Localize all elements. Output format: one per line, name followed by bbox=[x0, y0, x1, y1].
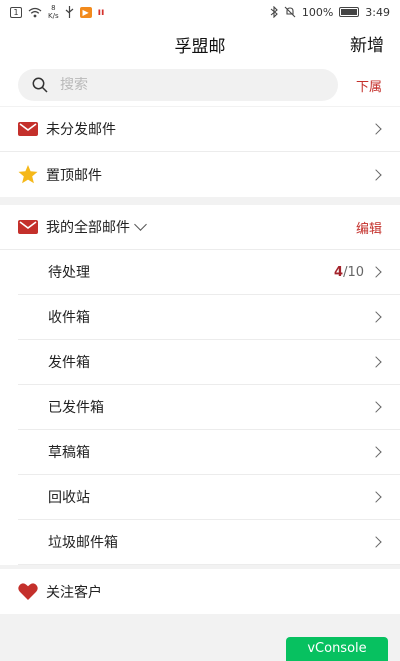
chevron-right-icon bbox=[370, 168, 382, 181]
app-notification-icon-2: ıı bbox=[97, 6, 105, 18]
chevron-down-icon[interactable] bbox=[134, 218, 147, 231]
all-mail-group: 我的全部邮件 编辑 待处理 4/10 收件箱 发件箱 已发件箱 草稿箱 回收站 … bbox=[0, 205, 400, 565]
folder-sent[interactable]: 已发件箱 bbox=[18, 385, 400, 430]
battery-percent: 100% bbox=[301, 5, 334, 19]
chevron-right-icon bbox=[370, 401, 382, 413]
all-mail-header[interactable]: 我的全部邮件 编辑 bbox=[0, 205, 400, 250]
followed-label: 关注客户 bbox=[46, 584, 102, 601]
folder-recycle-bin[interactable]: 回收站 bbox=[18, 475, 400, 520]
pending-count-current: 4 bbox=[334, 264, 344, 280]
list-item-pinned[interactable]: 置顶邮件 bbox=[0, 152, 400, 197]
folder-label: 待处理 bbox=[48, 265, 90, 281]
page-title: 孚盟邮 bbox=[174, 37, 226, 57]
list-item-label: 未分发邮件 bbox=[46, 122, 116, 138]
folder-inbox[interactable]: 收件箱 bbox=[18, 295, 400, 340]
status-time: 3:49 bbox=[365, 5, 390, 19]
quick-items-group: 未分发邮件 置顶邮件 bbox=[0, 107, 400, 197]
red-mail-icon bbox=[18, 122, 38, 136]
folder-label: 回收站 bbox=[48, 490, 90, 506]
list-item-undistributed[interactable]: 未分发邮件 bbox=[0, 107, 400, 152]
top-bar: 孚盟邮 新增 bbox=[0, 24, 400, 64]
chevron-right-icon bbox=[370, 536, 382, 548]
search-box[interactable] bbox=[18, 69, 338, 101]
search-row: 下属 bbox=[0, 64, 400, 106]
status-bar: 1 8 K/s ▶ ıı 100% 3:49 bbox=[0, 0, 400, 24]
network-speed-value: 8 bbox=[51, 4, 56, 12]
edit-button[interactable]: 编辑 bbox=[356, 218, 382, 237]
chevron-right-icon bbox=[370, 311, 382, 323]
folder-label: 收件箱 bbox=[48, 310, 90, 326]
chevron-right-icon bbox=[370, 446, 382, 458]
vconsole-button[interactable]: vConsole bbox=[286, 637, 388, 661]
status-bar-left: 1 8 K/s ▶ ıı bbox=[10, 4, 104, 20]
battery-icon bbox=[339, 7, 360, 17]
list-item-followed-customers[interactable]: 关注客户 bbox=[0, 569, 400, 614]
app-notification-icon: ▶ bbox=[79, 6, 92, 18]
star-icon bbox=[18, 165, 38, 184]
pending-count: 4/10 bbox=[334, 265, 364, 280]
chevron-right-icon bbox=[370, 491, 382, 503]
all-mail-label: 我的全部邮件 bbox=[46, 220, 130, 236]
folder-label: 发件箱 bbox=[48, 355, 90, 371]
chevron-right-icon bbox=[370, 123, 382, 135]
network-speed: 8 K/s bbox=[48, 4, 59, 20]
red-mail-icon bbox=[18, 220, 38, 234]
chevron-right-icon bbox=[370, 266, 382, 278]
sim-icon: 1 bbox=[10, 6, 22, 18]
network-speed-unit: K/s bbox=[48, 12, 59, 20]
pending-count-total: /10 bbox=[343, 264, 364, 280]
heart-icon bbox=[18, 583, 38, 600]
folder-label: 已发件箱 bbox=[48, 400, 104, 416]
list-item-label: 置顶邮件 bbox=[46, 167, 102, 184]
status-bar-right: 100% 3:49 bbox=[270, 6, 390, 19]
wifi-icon bbox=[28, 7, 42, 17]
chevron-right-icon bbox=[370, 356, 382, 368]
folder-drafts[interactable]: 草稿箱 bbox=[18, 430, 400, 475]
subordinate-link[interactable]: 下属 bbox=[356, 76, 382, 95]
mute-icon bbox=[284, 6, 296, 18]
usb-icon bbox=[65, 6, 73, 18]
folder-pending[interactable]: 待处理 4/10 bbox=[18, 250, 400, 295]
folder-label: 草稿箱 bbox=[48, 445, 90, 461]
bluetooth-icon bbox=[270, 6, 278, 18]
search-input[interactable] bbox=[60, 77, 300, 93]
followed-group: 关注客户 bbox=[0, 569, 400, 614]
search-icon bbox=[32, 77, 48, 93]
new-button[interactable]: 新增 bbox=[350, 31, 384, 56]
folder-spam[interactable]: 垃圾邮件箱 bbox=[18, 520, 400, 565]
folder-outbox[interactable]: 发件箱 bbox=[18, 340, 400, 385]
folder-label: 垃圾邮件箱 bbox=[48, 535, 118, 551]
